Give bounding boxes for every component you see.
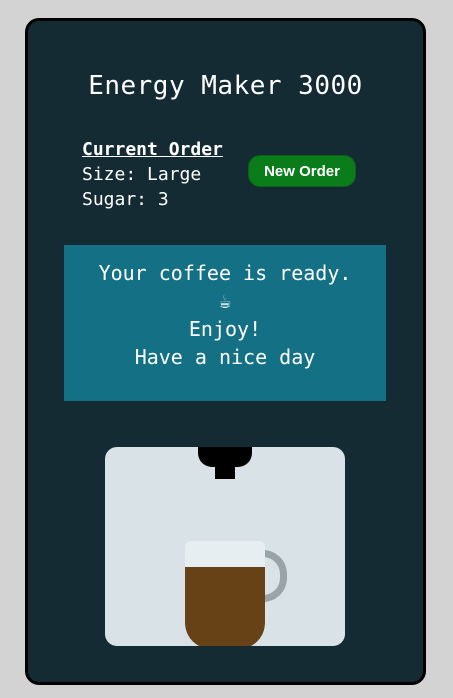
status-line-nice-day: Have a nice day [134,345,316,369]
order-heading: Current Order [82,139,223,160]
status-line-enjoy: Enjoy! [188,317,262,341]
coffee-mug [185,541,265,646]
current-order-panel: Current Order Size: Large Sugar: 3 [82,137,223,212]
dispenser-nozzle [198,447,252,467]
new-order-button[interactable]: New Order [248,155,356,187]
order-size: Size: Large [82,164,202,185]
dispenser-nozzle-tip [215,465,235,479]
coffee-cup-icon: ☕ [218,289,232,313]
status-message: Your coffee is ready. ☕ Enjoy! Have a ni… [64,245,386,401]
app-title: Energy Maker 3000 [88,71,363,101]
dispenser-area [105,447,345,646]
coffee-fill [185,567,265,646]
order-sugar: Sugar: 3 [82,189,169,210]
mug-handle [263,550,287,602]
coffee-machine: Energy Maker 3000 Current Order Size: La… [25,18,426,685]
status-line-ready: Your coffee is ready. [98,261,352,285]
